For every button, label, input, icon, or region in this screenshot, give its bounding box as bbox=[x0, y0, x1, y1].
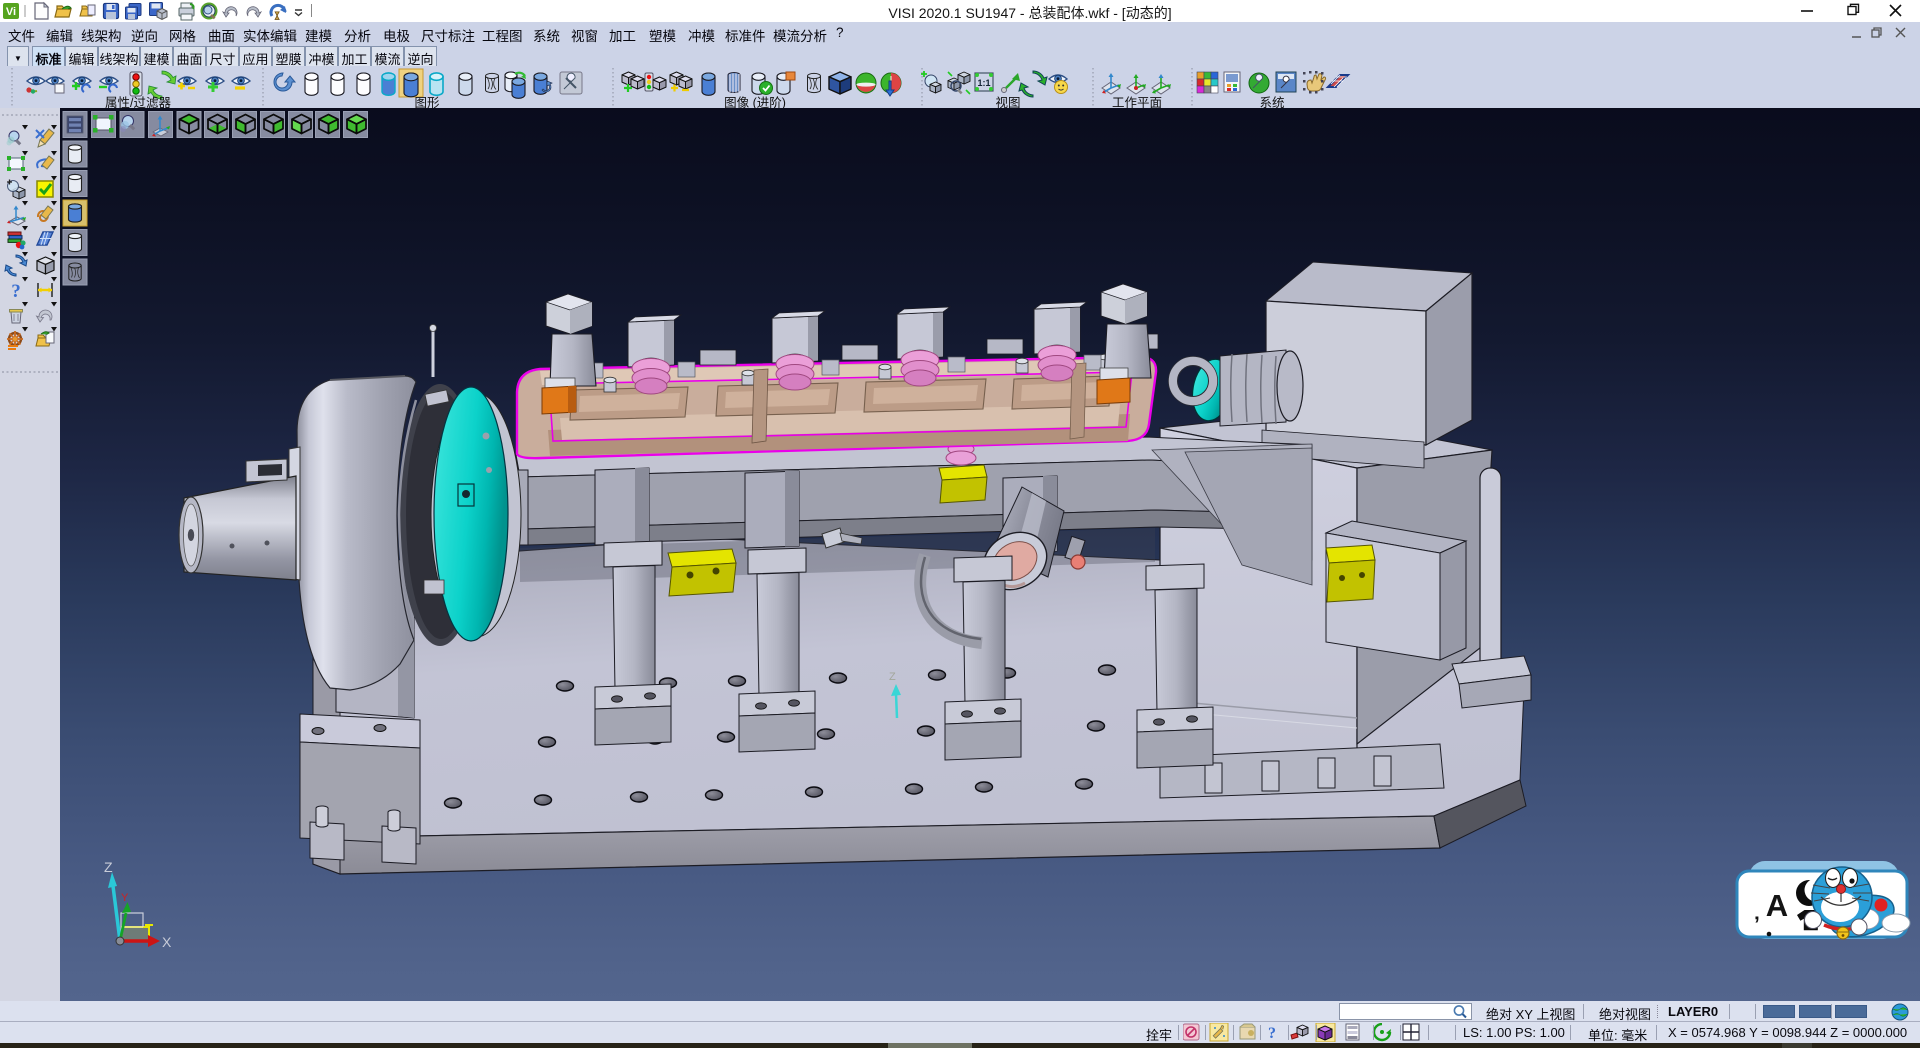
svg-text:?: ? bbox=[1268, 1025, 1276, 1042]
svg-text:?: ? bbox=[11, 281, 21, 302]
svg-text:Z: Z bbox=[889, 671, 896, 683]
svg-text:Vi: Vi bbox=[6, 6, 16, 18]
svg-text:Z: Z bbox=[104, 859, 113, 875]
svg-text:Y: Y bbox=[121, 892, 129, 904]
svg-text:1:1: 1:1 bbox=[977, 78, 990, 88]
svg-text:A: A bbox=[1766, 888, 1788, 923]
svg-text:X: X bbox=[162, 934, 172, 950]
svg-text:’: ’ bbox=[1754, 913, 1760, 936]
